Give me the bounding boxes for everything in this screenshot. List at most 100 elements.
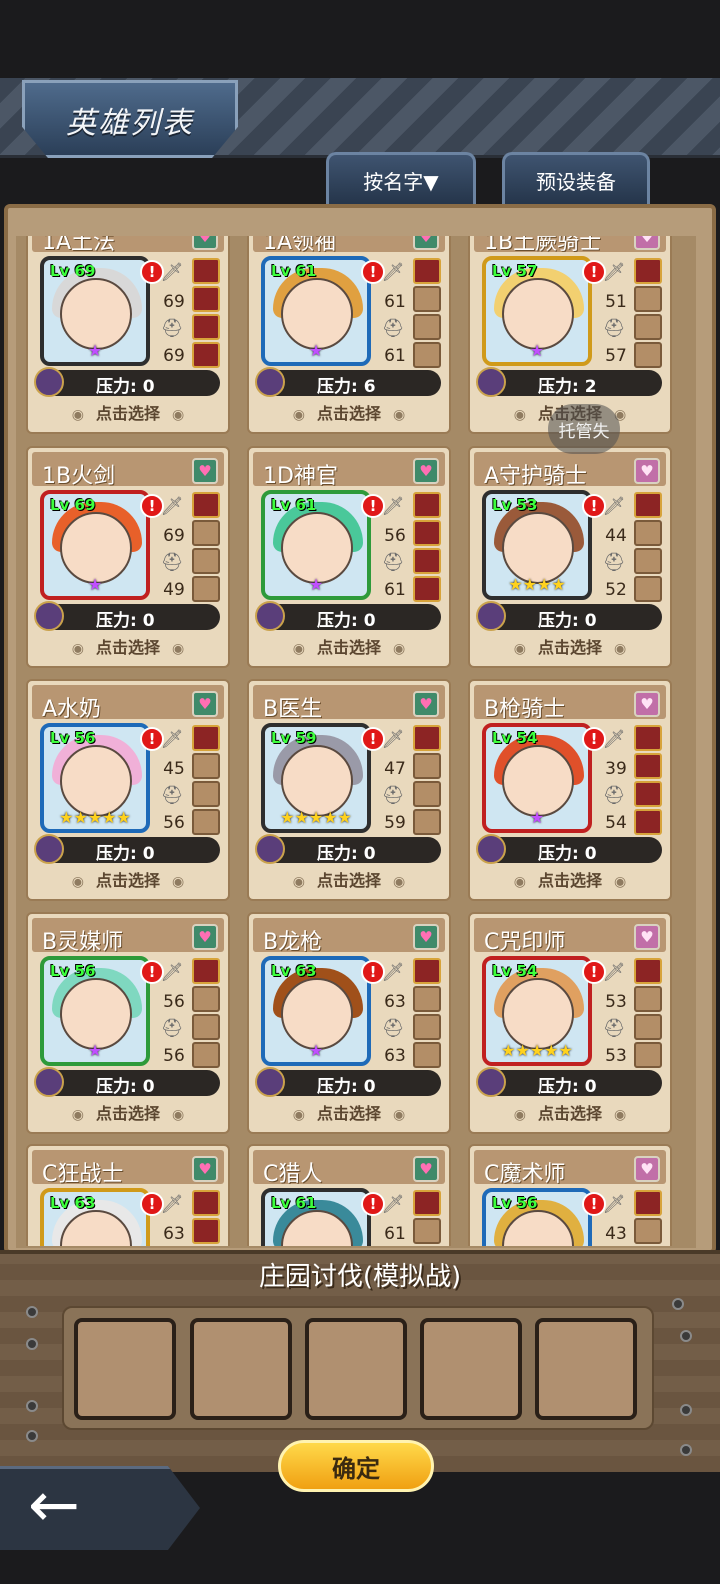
equipment-slot[interactable] (634, 286, 662, 312)
equipment-slot[interactable] (634, 548, 662, 574)
equipment-slot[interactable] (634, 258, 662, 284)
equipment-slot[interactable] (634, 725, 662, 751)
team-slot-1[interactable] (74, 1318, 176, 1420)
equipment-slot[interactable] (413, 1014, 441, 1040)
equipment-slot[interactable] (413, 258, 441, 284)
confirm-button[interactable]: 确定 (278, 1440, 434, 1492)
select-hero-button[interactable]: 点击选择 (28, 400, 228, 424)
select-hero-button[interactable]: 点击选择 (470, 634, 670, 658)
equipment-slot[interactable] (634, 520, 662, 546)
preset-equipment-button[interactable]: 预设装备 (502, 152, 650, 206)
equipment-slot[interactable] (192, 958, 220, 984)
hero-name: 1D神官 (263, 464, 338, 489)
equipment-slot[interactable] (192, 258, 220, 284)
equipment-slot[interactable] (192, 548, 220, 574)
hero-card[interactable]: C猎人 ♥ Lv 61 ! 🗡 61 ⛑ (247, 1144, 451, 1246)
equipment-slot[interactable] (413, 1042, 441, 1068)
equipment-slot[interactable] (634, 809, 662, 835)
equipment-slot[interactable] (192, 1218, 220, 1244)
equipment-slot[interactable] (192, 342, 220, 368)
equipment-slot[interactable] (413, 986, 441, 1012)
hero-card[interactable]: 1B火剑 ♥ Lv 69 ★ ! 🗡 69 ⛑ 49 压力: 0 点击选择 (26, 446, 230, 668)
equipment-slot[interactable] (413, 520, 441, 546)
equipment-slot[interactable] (192, 286, 220, 312)
equipment-slot[interactable] (192, 725, 220, 751)
hero-card[interactable]: B龙枪 ♥ Lv 63 ★ ! 🗡 63 ⛑ 63 压力: 0 点击选择 (247, 912, 451, 1134)
equipment-slot[interactable] (413, 958, 441, 984)
equipment-slot[interactable] (413, 725, 441, 751)
hero-card[interactable]: C咒印师 ♥ Lv 54 ★★★★★ ! 🗡 53 ⛑ 53 压力: 0 点击选… (468, 912, 672, 1134)
equipment-slot[interactable] (413, 809, 441, 835)
equipment-slot[interactable] (413, 492, 441, 518)
alert-icon: ! (361, 960, 385, 984)
equipment-slot[interactable] (413, 548, 441, 574)
equipment-slot[interactable] (634, 342, 662, 368)
team-slot-3[interactable] (305, 1318, 407, 1420)
equipment-slot[interactable] (192, 781, 220, 807)
heart-badge-icon: ♥ (413, 236, 439, 250)
equipment-slot[interactable] (634, 1042, 662, 1068)
hero-face (502, 512, 574, 584)
equipment-slot[interactable] (413, 1218, 441, 1244)
equipment-slot[interactable] (413, 286, 441, 312)
equipment-slot[interactable] (192, 1042, 220, 1068)
heart-badge-icon: ♥ (192, 691, 218, 717)
equipment-slot[interactable] (192, 492, 220, 518)
hero-card[interactable]: 1D神官 ♥ Lv 61 ★ ! 🗡 56 ⛑ 61 压力: 0 点击选择 (247, 446, 451, 668)
auto-play-overlay-button[interactable]: 托管失 (548, 404, 620, 454)
attack-value: 53 (605, 992, 627, 1012)
equipment-slot[interactable] (634, 1190, 662, 1216)
team-slot-4[interactable] (420, 1318, 522, 1420)
heart-badge-icon: ♥ (192, 1156, 218, 1182)
select-hero-button[interactable]: 点击选择 (28, 867, 228, 891)
hero-level: Lv 53 (492, 496, 538, 514)
sort-by-name-button[interactable]: 按名字▼ (326, 152, 476, 206)
select-hero-button[interactable]: 点击选择 (249, 634, 449, 658)
equipment-slot[interactable] (192, 753, 220, 779)
select-hero-button[interactable]: 点击选择 (249, 1100, 449, 1124)
equipment-slot[interactable] (192, 314, 220, 340)
equipment-slot[interactable] (192, 1014, 220, 1040)
hero-card[interactable]: B灵媒师 ♥ Lv 56 ★ ! 🗡 56 ⛑ 56 压力: 0 点击选择 (26, 912, 230, 1134)
hero-card[interactable]: 1A土法 ♥ Lv 69 ★ ! 🗡 69 ⛑ 69 压力: 0 点击选择 (26, 236, 230, 434)
equipment-slot[interactable] (634, 1218, 662, 1244)
select-hero-button[interactable]: 点击选择 (249, 400, 449, 424)
hero-grid[interactable]: 1A土法 ♥ Lv 69 ★ ! 🗡 69 ⛑ 69 压力: 0 点击选择 1A… (16, 236, 696, 1246)
hero-card[interactable]: A水奶 ♥ Lv 56 ★★★★★ ! 🗡 45 ⛑ 56 压力: 0 点击选择 (26, 679, 230, 901)
equipment-slot[interactable] (192, 520, 220, 546)
select-hero-button[interactable]: 点击选择 (28, 634, 228, 658)
equipment-slot[interactable] (413, 781, 441, 807)
equipment-slot[interactable] (192, 576, 220, 602)
equipment-slot[interactable] (413, 342, 441, 368)
hero-card[interactable]: 1A领袖 ♥ Lv 61 ★ ! 🗡 61 ⛑ 61 压力: 6 点击选择 (247, 236, 451, 434)
select-hero-button[interactable]: 点击选择 (249, 867, 449, 891)
hero-card[interactable]: C狂战士 ♥ Lv 63 ! 🗡 63 ⛑ (26, 1144, 230, 1246)
equipment-slot[interactable] (634, 958, 662, 984)
hero-name: C咒印师 (484, 930, 566, 955)
hero-portrait: Lv 69 ★ (40, 256, 150, 366)
equipment-slot[interactable] (192, 986, 220, 1012)
equipment-slot[interactable] (192, 809, 220, 835)
equipment-slot[interactable] (634, 492, 662, 518)
equipment-slot[interactable] (413, 314, 441, 340)
equipment-slot[interactable] (634, 781, 662, 807)
equipment-slot[interactable] (192, 1190, 220, 1216)
equipment-slot[interactable] (634, 986, 662, 1012)
equipment-slot[interactable] (634, 314, 662, 340)
hero-card[interactable]: C魔术师 ♥ Lv 56 ! 🗡 43 ⛑ (468, 1144, 672, 1246)
equipment-slot[interactable] (413, 753, 441, 779)
select-hero-button[interactable]: 点击选择 (470, 867, 670, 891)
hero-card[interactable]: A守护骑士 ♥ Lv 53 ★★★★ ! 🗡 44 ⛑ 52 压力: 0 点击选… (468, 446, 672, 668)
hero-card[interactable]: B枪骑士 ♥ Lv 54 ★ ! 🗡 39 ⛑ 54 压力: 0 点击选择 (468, 679, 672, 901)
equipment-slot[interactable] (634, 753, 662, 779)
equipment-slot[interactable] (634, 576, 662, 602)
equipment-slot[interactable] (634, 1014, 662, 1040)
equipment-slot[interactable] (413, 1190, 441, 1216)
select-hero-button[interactable]: 点击选择 (28, 1100, 228, 1124)
team-slot-2[interactable] (190, 1318, 292, 1420)
back-arrow-icon[interactable]: ← (28, 1474, 80, 1536)
team-slot-5[interactable] (535, 1318, 637, 1420)
select-hero-button[interactable]: 点击选择 (470, 1100, 670, 1124)
hero-card[interactable]: B医生 ♥ Lv 59 ★★★★★ ! 🗡 47 ⛑ 59 压力: 0 点击选择 (247, 679, 451, 901)
equipment-slot[interactable] (413, 576, 441, 602)
